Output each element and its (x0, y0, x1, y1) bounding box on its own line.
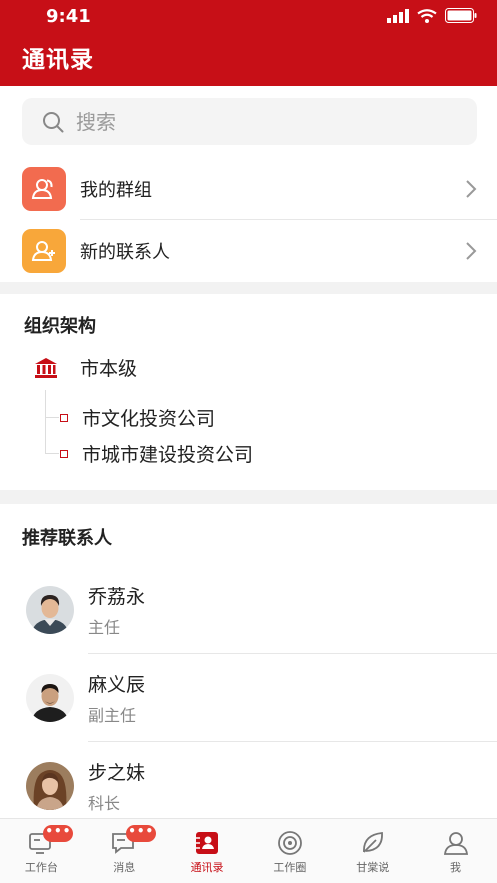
avatar (26, 762, 74, 810)
add-contact-icon (22, 229, 66, 273)
contact-role: 主任 (88, 618, 121, 637)
my-groups-row[interactable]: 我的群组 (0, 158, 497, 220)
search-box[interactable] (22, 98, 477, 145)
tree-branch (45, 417, 59, 418)
my-groups-label: 我的群组 (80, 180, 152, 201)
org-root-item[interactable]: 市本级 (34, 354, 137, 381)
work-circle-icon (277, 831, 302, 855)
unread-badge: ••• (126, 825, 157, 842)
tab-label: 通讯录 (190, 861, 224, 874)
battery-icon (445, 8, 477, 23)
org-child-item[interactable]: 市城市建设投资公司 (60, 440, 253, 467)
org-title: 组织架构 (24, 316, 96, 337)
org-root-label: 市本级 (80, 358, 138, 380)
app-header: 9:41 通讯录 (0, 0, 497, 86)
tab-work-circle[interactable]: 工作圈 (248, 819, 331, 883)
quick-section: 我的群组 新的联系人 (0, 86, 497, 282)
tab-me[interactable]: 我 (414, 819, 497, 883)
leaf-icon (362, 832, 383, 853)
status-icons (387, 8, 477, 23)
chevron-right-icon (466, 242, 477, 260)
group-icon (22, 167, 66, 211)
unread-badge: ••• (43, 825, 74, 842)
org-child-item[interactable]: 市文化投资公司 (60, 404, 215, 431)
contact-name: 步之妹 (88, 762, 146, 784)
tree-line (45, 390, 46, 454)
org-section: 组织架构 市本级 市文化投资公司 市城市建设投资公司 (0, 294, 497, 490)
contact-item[interactable]: 麻义辰 副主任 (0, 654, 497, 742)
page-title: 通讯录 (22, 47, 94, 73)
tab-label: 甘棠说 (356, 861, 390, 874)
profile-icon (443, 832, 468, 855)
recommended-title: 推荐联系人 (22, 528, 112, 549)
avatar (26, 586, 74, 634)
node-square-icon (60, 449, 68, 458)
status-time: 9:41 (46, 6, 91, 27)
chevron-right-icon (466, 180, 477, 198)
search-input[interactable] (76, 109, 436, 134)
signal-icon (387, 8, 409, 23)
tab-label: 我 (450, 861, 462, 874)
tree-branch (45, 453, 59, 454)
tab-bar: ••• 工作台 ••• 消息 通讯录 工作圈 甘棠说 我 (0, 818, 497, 883)
search-icon (43, 111, 64, 132)
tab-label: 工作台 (24, 861, 58, 874)
new-contacts-row[interactable]: 新的联系人 (0, 220, 497, 282)
wifi-icon (417, 8, 437, 23)
contact-name: 乔荔永 (88, 586, 146, 608)
tab-label: 消息 (113, 861, 136, 874)
recommended-section: 推荐联系人 乔荔永 主任 麻义辰 副主任 步之妹 科长 (0, 504, 497, 818)
contact-item[interactable]: 步之妹 科长 (0, 742, 497, 818)
tab-messages[interactable]: ••• 消息 (83, 819, 166, 883)
tab-label: 工作圈 (273, 861, 307, 874)
contact-role: 科长 (88, 794, 121, 813)
contact-item[interactable]: 乔荔永 主任 (0, 566, 497, 654)
tab-contacts[interactable]: 通讯录 (166, 819, 249, 883)
avatar (26, 674, 74, 722)
contacts-icon (196, 832, 219, 854)
new-contacts-label: 新的联系人 (80, 242, 170, 263)
org-child-label: 市文化投资公司 (82, 408, 216, 430)
contact-role: 副主任 (88, 706, 137, 725)
node-square-icon (60, 413, 68, 422)
contact-name: 麻义辰 (88, 674, 146, 696)
tab-workbench[interactable]: ••• 工作台 (0, 819, 83, 883)
org-child-label: 市城市建设投资公司 (82, 444, 254, 466)
contacts-content: 我的群组 新的联系人 组织架构 (0, 86, 497, 818)
building-icon (35, 357, 57, 378)
tab-gantang[interactable]: 甘棠说 (331, 819, 414, 883)
